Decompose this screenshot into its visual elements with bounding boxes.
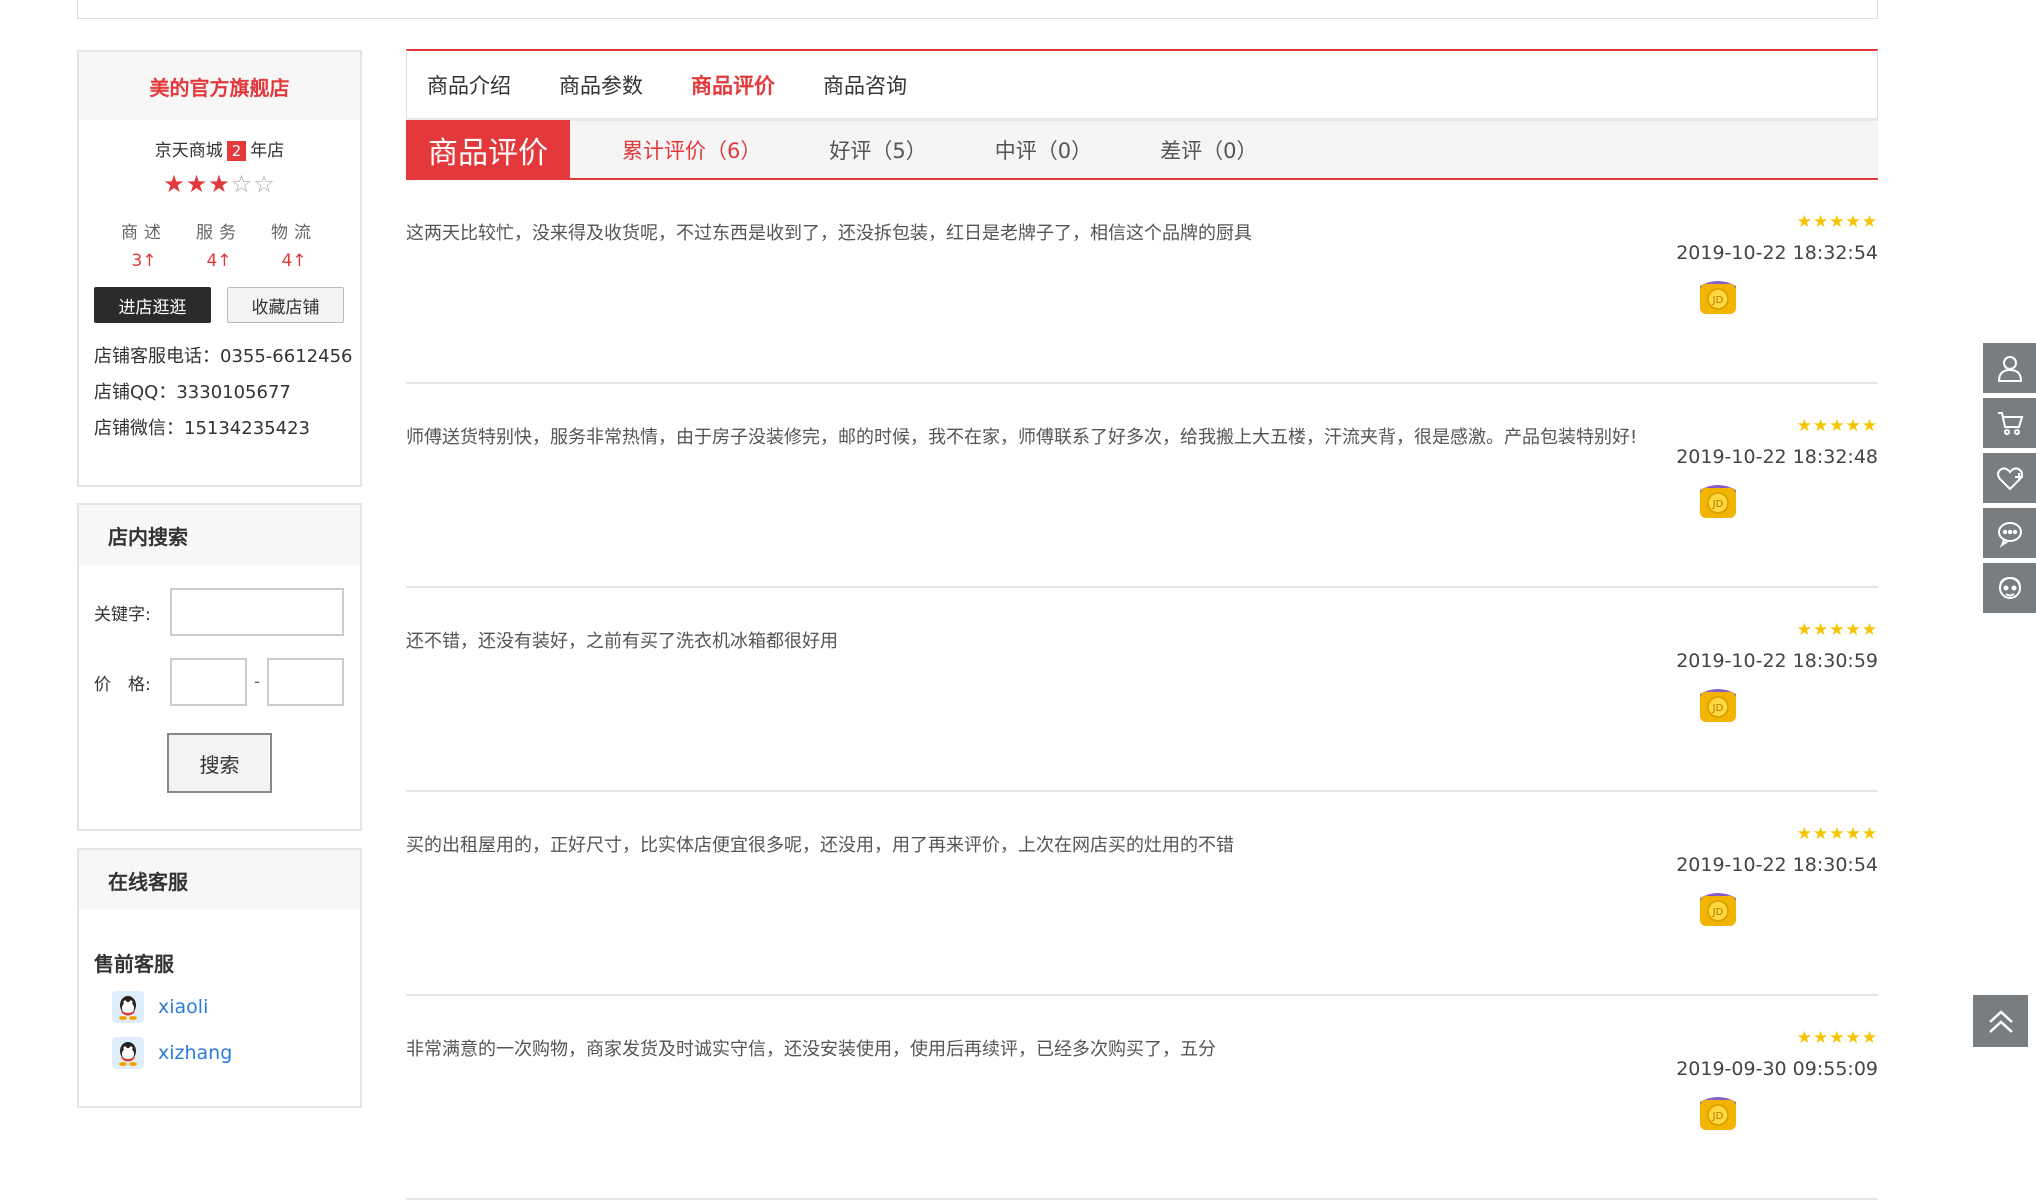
review-item: 非常满意的一次购物，商家发货及时诚实守信，还没安装使用，使用后再续评，已经多次购… [406,996,1878,1200]
search-button[interactable]: 搜索 [167,733,272,793]
score-description: 商述 3↑ [121,223,167,271]
service-agent-name[interactable]: xizhang [158,1042,232,1064]
price-label: 价 格: [94,674,151,695]
back-to-top-button[interactable] [1973,995,2028,1047]
store-info-card: 美的官方旗舰店 京天商城 2 年店 ★★★☆☆ 商述 3↑ 服务 4↑ 物流 4↑ … [77,50,362,487]
customer-service-icon[interactable] [1983,563,2036,613]
review-text: 这两天比较忙，没来得及收货呢，不过东西是收到了，还没拆包装，红日是老牌子了，相信… [406,223,1252,244]
tab-params[interactable]: 商品参数 [559,70,643,100]
review-section-title: 商品评价 [406,120,570,179]
review-stars: ★★★★★ [1796,212,1878,232]
review-time: 2019-10-22 18:30:59 [1676,650,1878,672]
score-logistics: 物流 4↑ [271,223,317,271]
product-tabs: 商品介绍 商品参数 商品评价 商品咨询 [406,49,1878,118]
store-name[interactable]: 美的官方旗舰店 [150,72,290,101]
service-agent-name[interactable]: xiaoli [158,996,208,1018]
store-search-title: 店内搜索 [79,505,360,565]
star-icon: ★ [185,170,209,198]
cart-icon[interactable] [1983,398,2036,448]
filter-neutral-reviews[interactable]: 中评（0） [995,135,1092,165]
svg-text:JD: JD [1712,703,1724,714]
store-qq: 店铺QQ：3330105677 [94,382,291,403]
review-filter-bar: 商品评价 累计评价（6） 好评（5） 中评（0） 差评（0） [406,118,1878,180]
star-icon: ☆ [253,170,276,198]
review-text: 买的出租屋用的，正好尺寸，比实体店便宜很多呢，还没用，用了再来评价，上次在网店买… [406,835,1234,856]
double-chevron-up-icon [1988,1010,2013,1033]
star-icon: ★ [208,170,231,198]
price-min-input[interactable] [170,658,247,706]
top-panel-edge [77,0,1878,19]
tab-consult[interactable]: 商品咨询 [823,70,907,100]
review-text: 非常满意的一次购物，商家发货及时诚实守信，还没安装使用，使用后再续评，已经多次购… [406,1039,1216,1060]
store-scores: 商述 3↑ 服务 4↑ 物流 4↑ [79,218,360,271]
jd-user-badge-icon: JD [1698,482,1738,520]
favorite-store-button[interactable]: 收藏店铺 [227,287,344,323]
product-detail-main: 商品介绍 商品参数 商品评价 商品咨询 商品评价 累计评价（6） 好评（5） 中… [406,49,1878,1200]
tab-intro[interactable]: 商品介绍 [427,70,511,100]
store-wechat: 店铺微信：15134235423 [94,418,310,439]
presale-service-title: 售前客服 [94,952,174,976]
review-stars: ★★★★★ [1796,824,1878,844]
favorite-heart-icon[interactable] [1983,453,2036,503]
svg-text:JD: JD [1712,499,1724,510]
review-stars: ★★★★★ [1796,416,1878,436]
jd-user-badge-icon: JD [1698,278,1738,316]
score-service: 服务 4↑ [196,223,242,271]
jd-user-badge-icon: JD [1698,686,1738,724]
review-list: 这两天比较忙，没来得及收货呢，不过东西是收到了，还没拆包装，红日是老牌子了，相信… [406,180,1878,1200]
online-service-title: 在线客服 [79,850,360,910]
filter-all-reviews[interactable]: 累计评价（6） [622,135,761,165]
store-rating-stars: ★★★☆☆ [79,170,360,198]
qq-icon [112,1037,144,1069]
price-max-input[interactable] [267,658,345,706]
svg-text:JD: JD [1712,907,1724,918]
enter-store-button[interactable]: 进店逛逛 [94,287,211,323]
svg-text:JD: JD [1712,295,1724,306]
review-time: 2019-10-22 18:30:54 [1676,854,1878,876]
review-text: 还不错，还没有装好，之前有买了洗衣机冰箱都很好用 [406,631,838,652]
store-years: 2 [226,141,247,161]
store-header: 美的官方旗舰店 [79,52,360,120]
review-time: 2019-10-22 18:32:48 [1676,446,1878,468]
filter-good-reviews[interactable]: 好评（5） [829,135,926,165]
keyword-input[interactable] [170,588,344,636]
online-service-card: 在线客服 售前客服 xiaoli xizhang [77,848,362,1108]
store-contact: 店铺客服电话：0355-6612456 店铺QQ：3330105677 店铺微信… [79,339,360,447]
keyword-label: 关键字: [94,604,151,625]
review-stars: ★★★★★ [1796,1028,1878,1048]
filter-bad-reviews[interactable]: 差评（0） [1160,135,1257,165]
review-item: 还不错，还没有装好，之前有买了洗衣机冰箱都很好用 ★★★★★ 2019-10-2… [406,588,1878,792]
review-time: 2019-09-30 09:55:09 [1676,1058,1878,1080]
tab-reviews[interactable]: 商品评价 [691,70,775,100]
review-text: 师傅送货特别快，服务非常热情，由于房子没装修完，邮的时候，我不在家，师傅联系了好… [406,427,1638,448]
service-agent[interactable]: xiaoli [79,991,360,1023]
qq-icon [112,991,144,1023]
service-agent[interactable]: xizhang [79,1037,360,1069]
review-item: 这两天比较忙，没来得及收货呢，不过东西是收到了，还没拆包装，红日是老牌子了，相信… [406,180,1878,384]
side-toolbar [1983,343,2036,618]
svg-text:JD: JD [1712,1111,1724,1122]
star-icon: ☆ [230,170,254,198]
review-item: 买的出租屋用的，正好尺寸，比实体店便宜很多呢，还没用，用了再来评价，上次在网店买… [406,792,1878,996]
store-age: 京天商城 2 年店 [154,141,285,161]
message-icon[interactable] [1983,508,2036,558]
jd-user-badge-icon: JD [1698,1094,1738,1132]
jd-user-badge-icon: JD [1698,890,1738,928]
store-search-card: 店内搜索 关键字: 价 格: - 搜索 [77,503,362,831]
review-stars: ★★★★★ [1796,620,1878,640]
review-item: 师傅送货特别快，服务非常热情，由于房子没装修完，邮的时候，我不在家，师傅联系了好… [406,384,1878,588]
user-icon[interactable] [1983,343,2036,393]
star-icon: ★ [163,170,186,198]
store-phone: 店铺客服电话：0355-6612456 [94,346,353,367]
review-time: 2019-10-22 18:32:54 [1676,242,1878,264]
